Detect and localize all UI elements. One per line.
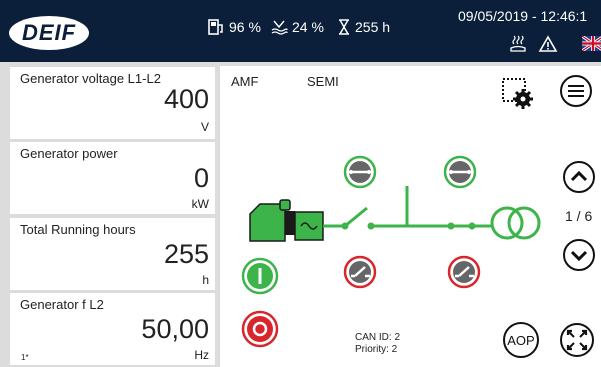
page-up-button[interactable] <box>562 160 596 194</box>
breaker-upper-right-icon[interactable] <box>443 155 477 189</box>
hours-value: 255 h <box>355 19 391 35</box>
top-bar: DEIF 96 % 24 % 255 h 09/05/2019 - 12:46:… <box>0 0 601 62</box>
fuel-value: 96 % <box>229 19 261 35</box>
panel-value: 255 <box>163 239 209 269</box>
fuel-status: 96 % <box>207 18 261 36</box>
date-time: 09/05/2019 - 12:46:1 <box>458 8 588 24</box>
logo-text: DEIF <box>21 20 77 45</box>
breaker-lower-right-icon[interactable] <box>447 255 481 289</box>
fuel-icon <box>208 19 223 35</box>
panel-value: 0 <box>193 163 209 193</box>
page-indicator: 1 / 6 <box>565 208 593 224</box>
uk-flag-icon[interactable] <box>582 36 601 51</box>
hours-status: 255 h <box>337 18 390 36</box>
fullscreen-button[interactable] <box>559 322 595 358</box>
menu-icon[interactable] <box>559 74 593 108</box>
warning-icon[interactable] <box>538 34 558 54</box>
panel-unit: kW <box>191 197 209 211</box>
panel-generator-frequency[interactable]: Generator f L2 50,00 Hz 1* <box>10 293 215 365</box>
deif-logo: DEIF <box>9 16 89 50</box>
panel-generator-power[interactable]: Generator power 0 kW <box>10 142 215 214</box>
panel-label: Generator power <box>20 146 118 161</box>
aop-label: AOP <box>507 332 535 348</box>
start-button[interactable] <box>241 257 279 295</box>
panel-label: Total Running hours <box>20 222 136 237</box>
priority: Priority: 2 <box>355 344 398 355</box>
panel-unit: V <box>200 120 209 134</box>
panel-value: 400 <box>163 84 209 114</box>
panel-unit: h <box>202 273 209 287</box>
breaker-lower-left-icon[interactable] <box>343 255 377 289</box>
stop-button[interactable] <box>241 310 279 348</box>
panel-label: Generator f L2 <box>20 297 104 312</box>
panel-footnote: 1* <box>21 353 29 362</box>
def-icon <box>271 20 288 35</box>
transformer-icon <box>490 206 541 240</box>
can-info: CAN ID: 2 Priority: 2 <box>355 332 400 356</box>
heater-icon <box>510 35 526 52</box>
hourglass-icon <box>339 19 349 35</box>
panel-generator-voltage[interactable]: Generator voltage L1-L2 400 V <box>10 67 215 139</box>
def-status: 24 % <box>270 18 324 36</box>
panel-total-running-hours[interactable]: Total Running hours 255 h <box>10 218 215 290</box>
can-id: CAN ID: 2 <box>355 332 401 343</box>
page-down-button[interactable] <box>562 238 596 272</box>
panel-label: Generator voltage L1-L2 <box>20 71 161 86</box>
generator-icon <box>249 199 324 242</box>
main-area: AMF SEMI 1 / 6 CAN ID: 2 Priority: 2 AOP <box>220 66 601 367</box>
panel-unit: Hz <box>194 348 209 362</box>
def-value: 24 % <box>292 19 324 35</box>
panel-value: 50,00 <box>141 314 209 344</box>
breaker-upper-left-icon[interactable] <box>343 155 377 189</box>
aop-button[interactable]: AOP <box>503 322 539 358</box>
single-line-diagram <box>241 155 541 348</box>
